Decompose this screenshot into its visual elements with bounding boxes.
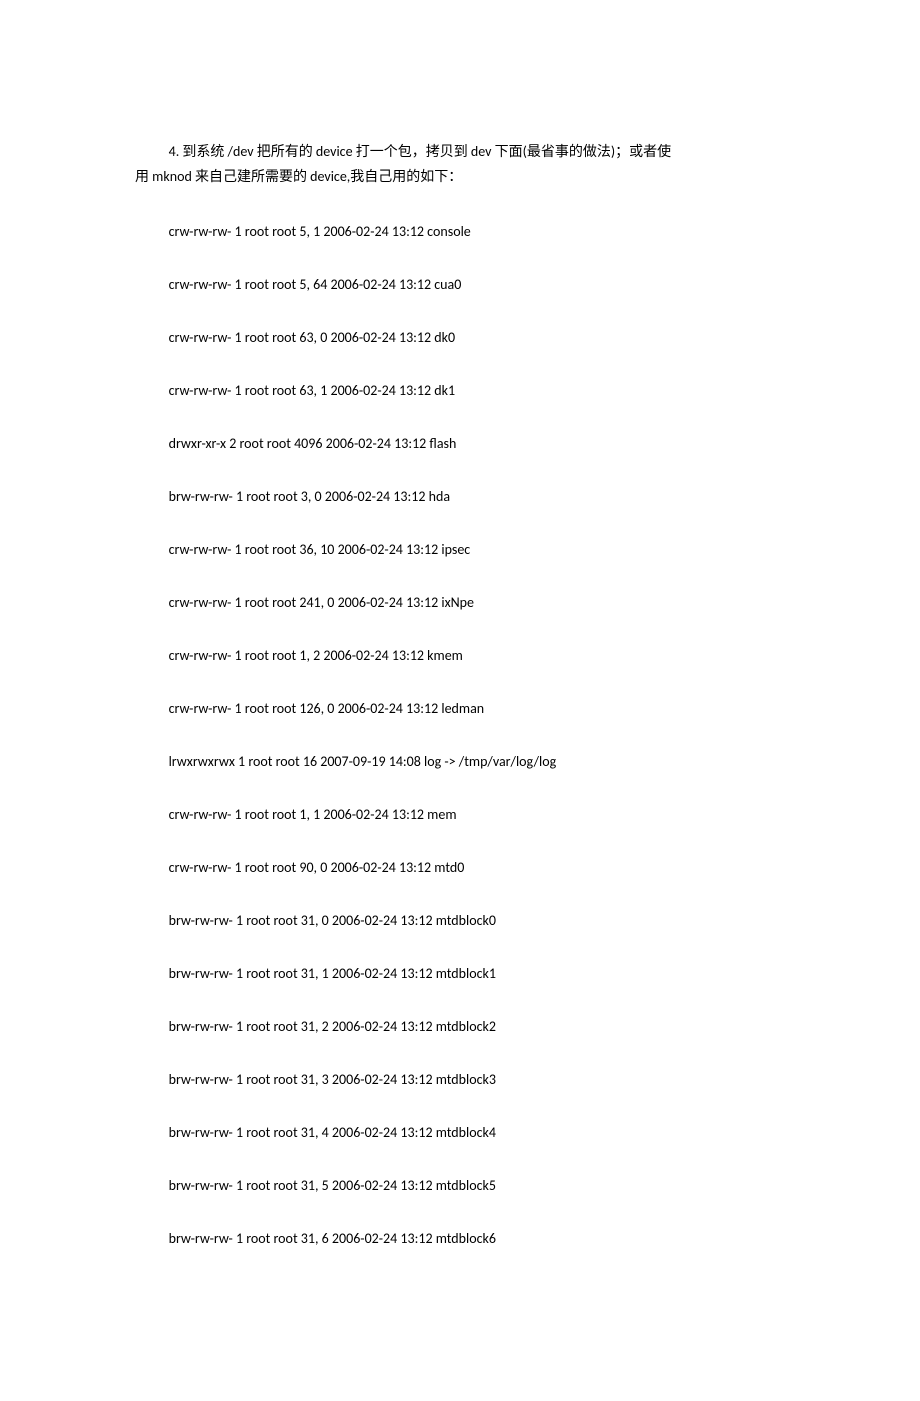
device-entry: brw-rw-rw- 1 root root 3, 0 2006-02-24 1… — [135, 486, 785, 507]
intro-line-2: 用 mknod 来自己建所需要的 device,我自己用的如下： — [135, 168, 462, 185]
device-entry: brw-rw-rw- 1 root root 31, 6 2006-02-24 … — [135, 1228, 785, 1249]
device-entry: lrwxrwxrwx 1 root root 16 2007-09-19 14:… — [135, 751, 785, 772]
device-entry: crw-rw-rw- 1 root root 241, 0 2006-02-24… — [135, 592, 785, 613]
intro-line-1: 4. 到系统 /dev 把所有的 device 打一个包，拷贝到 dev 下面(… — [135, 140, 785, 165]
device-entry: crw-rw-rw- 1 root root 63, 0 2006-02-24 … — [135, 327, 785, 348]
device-entry: crw-rw-rw- 1 root root 1, 1 2006-02-24 1… — [135, 804, 785, 825]
device-entry: crw-rw-rw- 1 root root 1, 2 2006-02-24 1… — [135, 645, 785, 666]
device-entry: drwxr-xr-x 2 root root 4096 2006-02-24 1… — [135, 433, 785, 454]
device-entry: brw-rw-rw- 1 root root 31, 0 2006-02-24 … — [135, 910, 785, 931]
device-entry: crw-rw-rw- 1 root root 5, 1 2006-02-24 1… — [135, 221, 785, 242]
device-entry: brw-rw-rw- 1 root root 31, 1 2006-02-24 … — [135, 963, 785, 984]
device-entry: brw-rw-rw- 1 root root 31, 4 2006-02-24 … — [135, 1122, 785, 1143]
device-entry: brw-rw-rw- 1 root root 31, 3 2006-02-24 … — [135, 1069, 785, 1090]
device-entry: crw-rw-rw- 1 root root 126, 0 2006-02-24… — [135, 698, 785, 719]
device-entry: brw-rw-rw- 1 root root 31, 2 2006-02-24 … — [135, 1016, 785, 1037]
device-entry: crw-rw-rw- 1 root root 5, 64 2006-02-24 … — [135, 274, 785, 295]
device-entry: crw-rw-rw- 1 root root 63, 1 2006-02-24 … — [135, 380, 785, 401]
intro-paragraph: 4. 到系统 /dev 把所有的 device 打一个包，拷贝到 dev 下面(… — [135, 140, 785, 189]
device-entry: crw-rw-rw- 1 root root 90, 0 2006-02-24 … — [135, 857, 785, 878]
device-entry: crw-rw-rw- 1 root root 36, 10 2006-02-24… — [135, 539, 785, 560]
device-entry: brw-rw-rw- 1 root root 31, 5 2006-02-24 … — [135, 1175, 785, 1196]
document-page: 4. 到系统 /dev 把所有的 device 打一个包，拷贝到 dev 下面(… — [0, 0, 920, 1401]
